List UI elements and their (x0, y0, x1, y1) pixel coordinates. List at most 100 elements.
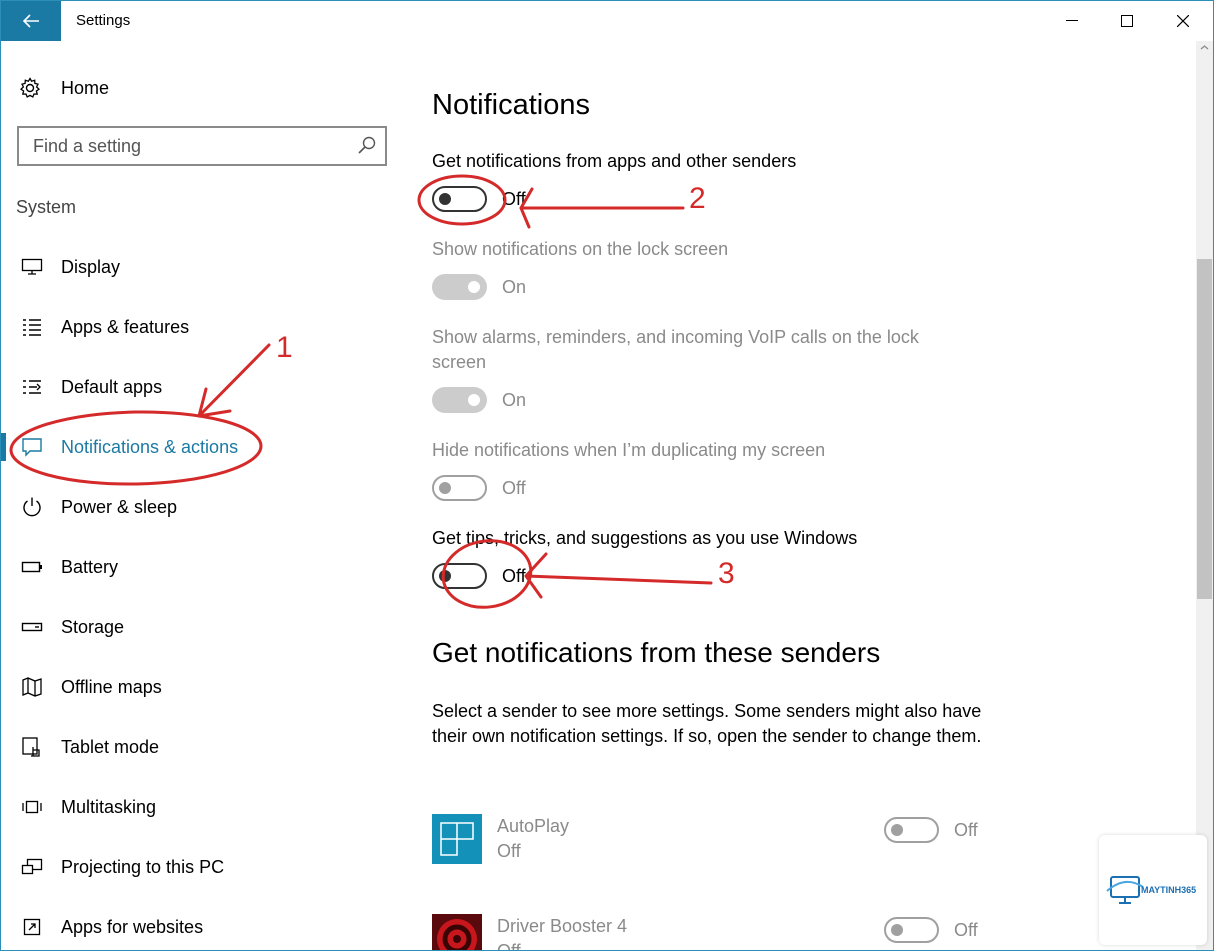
sidebar-item-storage[interactable]: Storage (1, 603, 391, 651)
toggle-knob (439, 193, 451, 205)
sender-status: Off (497, 941, 521, 951)
gear-icon (19, 77, 41, 98)
map-icon (22, 677, 42, 697)
home-link[interactable]: Home (19, 75, 109, 101)
toggle-knob (439, 570, 451, 582)
sender-status: Off (497, 841, 521, 861)
storage-icon (21, 622, 43, 632)
toggle-state-label: On (502, 276, 527, 297)
sidebar-item-power-sleep[interactable]: Power & sleep (1, 483, 391, 531)
title-bar: Settings (1, 1, 1213, 41)
battery-icon (21, 561, 42, 573)
sender-toggle-row[interactable]: Off (884, 915, 978, 945)
sidebar-item-display[interactable]: Display (1, 243, 391, 291)
sidebar-item-label: Notifications & actions (61, 436, 239, 457)
sidebar-item-label: Tablet mode (61, 736, 160, 757)
driver-booster-toggle[interactable] (884, 917, 939, 943)
minimize-icon (1065, 20, 1078, 21)
sidebar-item-projecting[interactable]: Projecting to this PC (1, 843, 391, 891)
close-button[interactable] (1154, 1, 1211, 41)
list-icon (23, 319, 41, 336)
sidebar-item-label: Power & sleep (61, 496, 178, 517)
alarms-toggle (432, 387, 487, 413)
sidebar-item-default-apps[interactable]: Default apps (1, 363, 391, 411)
sidebar-item-label: Multitasking (61, 796, 157, 817)
sender-name: Driver Booster 4 (497, 916, 628, 936)
search-input[interactable] (19, 128, 349, 164)
toggle-knob (891, 924, 903, 936)
annotation-number-1: 1 (276, 331, 293, 364)
autoplay-toggle[interactable] (884, 817, 939, 843)
sender-name: AutoPlay (497, 816, 570, 836)
setting-title-alarms: Show alarms, reminders, and incoming VoI… (432, 327, 919, 372)
lock-screen-toggle (432, 274, 487, 300)
lock-screen-toggle-row: On (432, 272, 526, 302)
toggle-state-label: On (502, 389, 527, 410)
sender-driver-booster[interactable]: Driver Booster 4 Off Off (432, 914, 1012, 951)
alarms-toggle-row: On (432, 385, 526, 415)
minimize-button[interactable] (1043, 1, 1100, 41)
vertical-scrollbar[interactable] (1196, 41, 1213, 950)
maximize-button[interactable] (1098, 1, 1155, 41)
maximize-icon (1120, 15, 1133, 27)
sidebar-item-label: Projecting to this PC (61, 856, 225, 877)
power-icon (23, 497, 41, 517)
sidebar-item-label: Display (61, 256, 121, 277)
sidebar-item-label: Offline maps (61, 676, 162, 697)
sidebar-item-label: Apps for websites (61, 916, 204, 937)
sidebar-item-battery[interactable]: Battery (1, 543, 391, 591)
toggle-state-label: Off (954, 819, 978, 840)
search-box[interactable] (17, 126, 387, 166)
watermark-brand: MAYTINH365 (1141, 885, 1197, 895)
setting-title-tips: Get tips, tricks, and suggestions as you… (432, 528, 858, 548)
driver-booster-icon (432, 914, 482, 950)
default-apps-icon (23, 380, 41, 394)
tips-toggle[interactable] (432, 563, 487, 589)
sidebar-item-tablet-mode[interactable]: Tablet mode (1, 723, 391, 771)
sidebar: Home System Display Apps & features Defa… (1, 41, 401, 950)
search-icon[interactable] (357, 135, 377, 155)
scroll-up-arrow-icon[interactable] (1197, 43, 1212, 53)
toggle-state-label: Off (954, 919, 978, 940)
sidebar-item-offline-maps[interactable]: Offline maps (1, 663, 391, 711)
scrollbar-thumb[interactable] (1197, 259, 1212, 599)
duplicating-toggle (432, 475, 487, 501)
message-icon (22, 438, 42, 457)
tablet-icon (22, 737, 40, 757)
sidebar-item-notifications-actions[interactable]: Notifications & actions (1, 423, 391, 471)
sidebar-item-label: Apps & features (61, 316, 190, 337)
open-external-icon (23, 918, 41, 936)
duplicating-toggle-row: Off (432, 473, 526, 503)
main-content: Notifications Get notifications from app… (401, 41, 1196, 951)
sidebar-item-label: Default apps (61, 376, 163, 397)
toggle-knob (891, 824, 903, 836)
toggle-state-label: Off (502, 477, 526, 498)
notifications-toggle[interactable] (432, 186, 487, 212)
senders-description: Select a sender to see more settings. So… (432, 701, 982, 746)
annotation-number-3: 3 (718, 557, 735, 590)
setting-title-lock-screen: Show notifications on the lock screen (432, 239, 729, 259)
sender-toggle-row[interactable]: Off (884, 815, 978, 845)
sidebar-item-apps-for-websites[interactable]: Apps for websites (1, 903, 391, 950)
sidebar-item-label: Storage (61, 616, 125, 637)
back-button[interactable] (1, 1, 61, 41)
toggle-knob (468, 281, 480, 293)
senders-heading: Get notifications from these senders (432, 637, 881, 668)
toggle-state-label: Off (502, 565, 526, 586)
back-arrow-icon (22, 14, 39, 28)
sidebar-item-multitasking[interactable]: Multitasking (1, 783, 391, 831)
tips-toggle-row[interactable]: Off (432, 561, 526, 591)
annotation-number-2: 2 (689, 182, 706, 215)
sender-autoplay[interactable]: AutoPlay Off Off (432, 814, 1012, 866)
setting-title-notifications: Get notifications from apps and other se… (432, 151, 797, 171)
sidebar-item-apps-features[interactable]: Apps & features (1, 303, 391, 351)
notifications-toggle-row[interactable]: Off (432, 184, 526, 214)
multitasking-icon (22, 800, 42, 814)
projecting-icon (21, 858, 43, 875)
watermark-logo: MAYTINH365 (1099, 835, 1207, 945)
monitor-logo-icon (1106, 876, 1144, 904)
window-title: Settings (76, 12, 131, 29)
autoplay-icon (432, 814, 482, 864)
setting-title-duplicating: Hide notifications when I’m duplicating … (432, 440, 826, 460)
toggle-knob (439, 482, 451, 494)
